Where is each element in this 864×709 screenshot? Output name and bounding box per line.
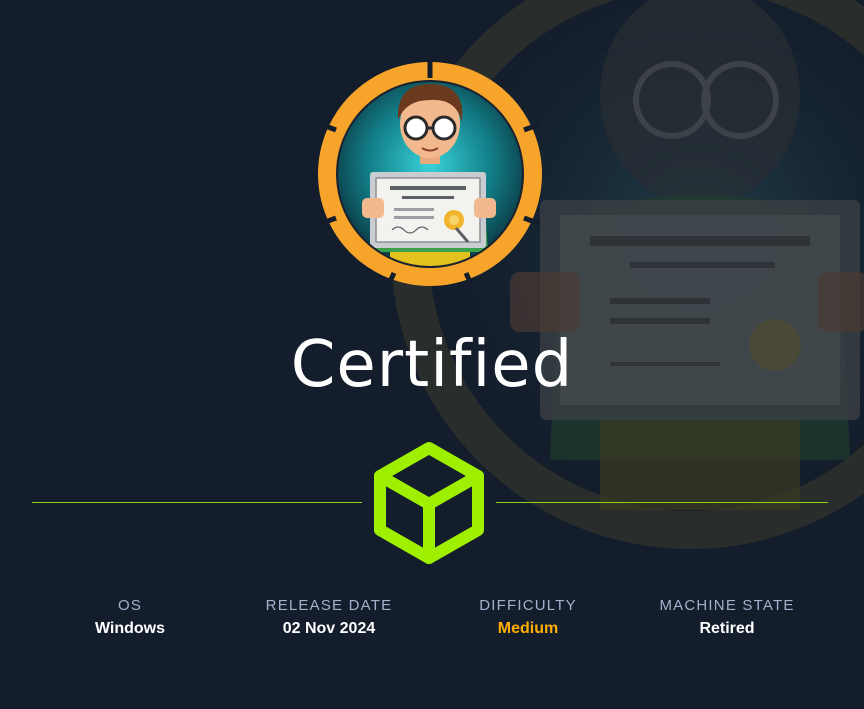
stat-label-machine-state: MACHINE STATE [659, 597, 795, 614]
stat-value-machine-state: Retired [699, 620, 755, 637]
stat-label-difficulty: DIFFICULTY [479, 597, 577, 614]
stat-value-release-date: 02 Nov 2024 [282, 620, 376, 637]
stat-label-os: OS [117, 597, 143, 614]
stat-release-date: RELEASE DATE 02 Nov 2024 [229, 597, 429, 638]
divider-left [32, 502, 362, 503]
stat-value-difficulty: Medium [497, 620, 559, 637]
stat-label-release-date: RELEASE DATE [265, 597, 393, 614]
stat-value-os: Windows [94, 620, 166, 637]
stat-os: OS Windows [30, 597, 230, 638]
machine-avatar [318, 62, 542, 288]
stat-machine-state: MACHINE STATE Retired [627, 597, 827, 638]
cube-icon [374, 442, 484, 564]
stat-difficulty: DIFFICULTY Medium [428, 597, 628, 638]
divider-right [496, 502, 828, 503]
machine-stats: OS Windows RELEASE DATE 02 Nov 2024 DIFF… [0, 597, 864, 657]
machine-title: Certified [290, 328, 574, 402]
